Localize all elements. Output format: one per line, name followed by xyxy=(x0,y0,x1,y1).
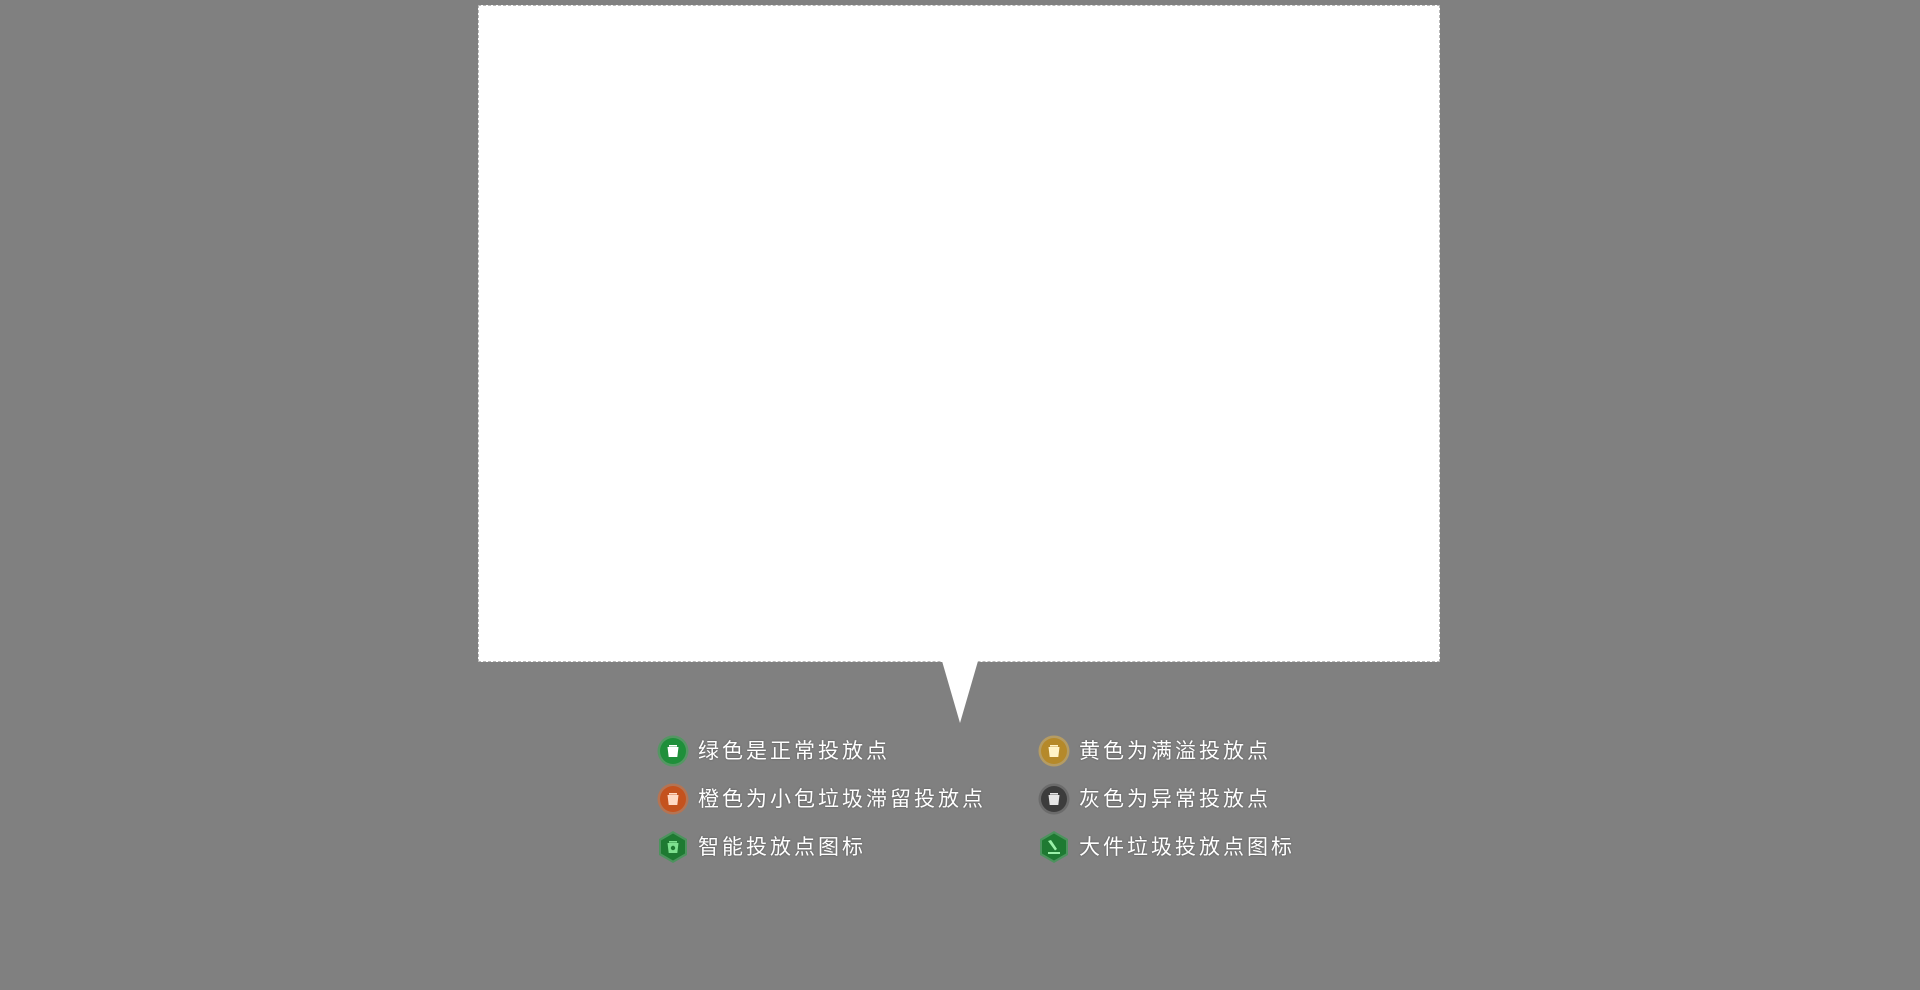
bulky-waste-icon xyxy=(1040,831,1068,863)
legend-label-smart: 智能投放点图标 xyxy=(698,835,866,859)
gray-trash-bin-icon xyxy=(1038,783,1070,815)
legend-label-normal: 绿色是正常投放点 xyxy=(698,739,890,763)
legend-item-bulky[interactable]: 大件垃圾投放点图标 xyxy=(1037,831,1316,863)
legend-label-retention: 橙色为小包垃圾滞留投放点 xyxy=(698,787,986,811)
legend-item-full[interactable]: 黄色为满溢投放点 xyxy=(1037,735,1316,767)
popup-pointer xyxy=(942,661,978,723)
legend-item-smart[interactable]: 智能投放点图标 xyxy=(656,831,1037,863)
legend-item-abnormal[interactable]: 灰色为异常投放点 xyxy=(1037,783,1316,815)
legend-label-abnormal: 灰色为异常投放点 xyxy=(1079,787,1271,811)
legend-item-retention[interactable]: 橙色为小包垃圾滞留投放点 xyxy=(656,783,1037,815)
smart-bin-icon xyxy=(659,831,687,863)
orange-trash-bin-icon xyxy=(657,783,689,815)
green-trash-bin-icon xyxy=(657,735,689,767)
yellow-trash-bin-icon xyxy=(1038,735,1070,767)
popup-bubble xyxy=(478,5,1440,662)
legend-label-bulky: 大件垃圾投放点图标 xyxy=(1079,835,1295,859)
legend: 绿色是正常投放点 黄色为满溢投放点 橙色为小包垃圾滞留投放点 灰色为异常投放点 xyxy=(656,735,1316,863)
legend-item-normal[interactable]: 绿色是正常投放点 xyxy=(656,735,1037,767)
legend-label-full: 黄色为满溢投放点 xyxy=(1079,739,1271,763)
